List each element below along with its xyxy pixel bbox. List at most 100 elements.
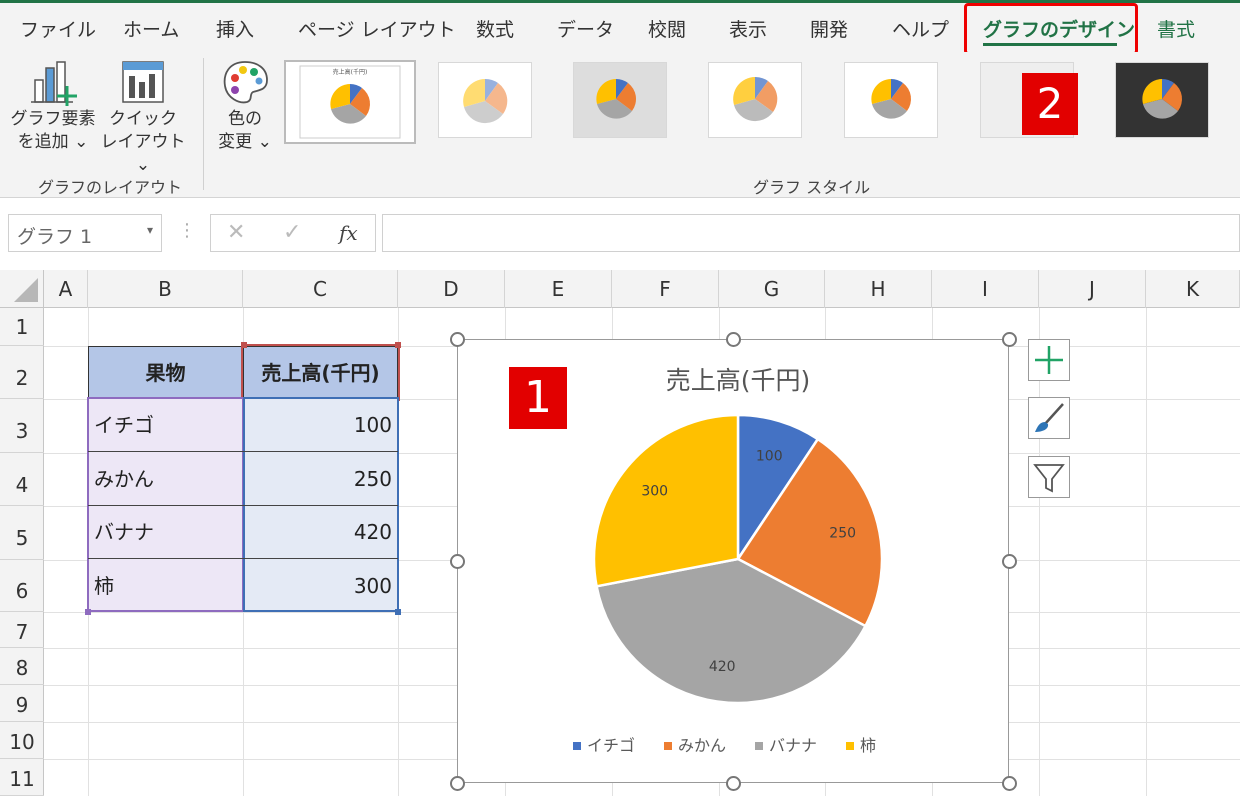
row-header-6[interactable]: 6 bbox=[0, 560, 44, 612]
tab-format[interactable]: 書式 bbox=[1157, 15, 1195, 42]
range-handle[interactable] bbox=[395, 609, 401, 615]
row-header-8[interactable]: 8 bbox=[0, 648, 44, 685]
pie-slice-4[interactable] bbox=[592, 413, 740, 588]
cell-sales-4[interactable]: 300 bbox=[243, 560, 398, 612]
header-cell-fruit[interactable]: 果物 bbox=[88, 346, 243, 399]
cell-fruit-3[interactable]: バナナ bbox=[88, 506, 243, 559]
tab-review[interactable]: 校閲 bbox=[648, 15, 686, 42]
chart-style-3[interactable] bbox=[573, 62, 667, 138]
tab-formulas[interactable]: 数式 bbox=[476, 15, 514, 42]
data-label-3[interactable]: 420 bbox=[709, 659, 736, 675]
chart-title[interactable]: 売上高(千円) bbox=[666, 366, 811, 395]
row-header-4[interactable]: 4 bbox=[0, 453, 44, 506]
chart-style-1[interactable]: 売上高(千円) bbox=[284, 60, 416, 144]
select-all-corner[interactable] bbox=[0, 270, 44, 308]
add-chart-element-label-1: グラフ要素 bbox=[10, 109, 96, 129]
legend-entry-1[interactable]: イチゴ bbox=[587, 736, 635, 755]
chart-elements-button[interactable] bbox=[1028, 339, 1070, 381]
col-header-a[interactable]: A bbox=[44, 270, 88, 308]
cancel-icon[interactable]: ✕ bbox=[227, 220, 245, 245]
row-header-11[interactable]: 11 bbox=[0, 759, 44, 796]
tab-file[interactable]: ファイル bbox=[20, 15, 96, 42]
tab-home[interactable]: ホーム bbox=[123, 15, 179, 42]
quick-layout-button[interactable]: クイック レイアウト ⌄ bbox=[96, 58, 190, 177]
quick-layout-label-1: クイック bbox=[109, 109, 177, 129]
col-header-f[interactable]: F bbox=[612, 270, 719, 308]
row-header-7[interactable]: 7 bbox=[0, 612, 44, 648]
row-header-1[interactable]: 1 bbox=[0, 308, 44, 346]
chart-style-3-preview bbox=[596, 79, 636, 119]
chart-style-2[interactable] bbox=[438, 62, 532, 138]
row-header-3[interactable]: 3 bbox=[0, 399, 44, 453]
chart-style-7[interactable] bbox=[1115, 62, 1209, 138]
name-box[interactable]: グラフ 1 ▾ bbox=[8, 214, 162, 252]
column-headers: A B C D E F G H I J K bbox=[0, 270, 1240, 308]
col-header-g[interactable]: G bbox=[719, 270, 825, 308]
col-header-c[interactable]: C bbox=[243, 270, 398, 308]
legend-entry-4[interactable]: 柿 bbox=[860, 736, 876, 755]
function-icon[interactable]: fx bbox=[339, 221, 358, 245]
cell-fruit-2[interactable]: みかん bbox=[88, 453, 243, 506]
resize-handle-top-right[interactable] bbox=[1002, 332, 1017, 347]
name-box-dropdown-icon[interactable]: ▾ bbox=[147, 223, 153, 237]
col-header-d[interactable]: D bbox=[398, 270, 505, 308]
thumb-title: 売上高(千円) bbox=[333, 68, 368, 76]
cell-sales-1[interactable]: 100 bbox=[243, 399, 398, 452]
range-handle[interactable] bbox=[85, 609, 91, 615]
quick-layout-label-2: レイアウト ⌄ bbox=[100, 132, 186, 175]
chart-styles-button[interactable] bbox=[1028, 397, 1070, 439]
formula-input[interactable] bbox=[382, 214, 1240, 252]
chart-style-4-preview bbox=[733, 76, 778, 122]
tab-developer[interactable]: 開発 bbox=[810, 15, 848, 42]
chart-filters-button[interactable] bbox=[1028, 456, 1070, 498]
resize-handle-bottom-left[interactable] bbox=[450, 776, 465, 791]
legend-marker-2 bbox=[664, 742, 672, 750]
data-label-2[interactable]: 250 bbox=[829, 525, 856, 541]
header-cell-sales[interactable]: 売上高(千円) bbox=[241, 344, 400, 401]
row-header-10[interactable]: 10 bbox=[0, 722, 44, 759]
enter-icon[interactable]: ✓ bbox=[283, 220, 301, 245]
resize-handle-right[interactable] bbox=[1002, 554, 1017, 569]
row-header-2[interactable]: 2 bbox=[0, 346, 44, 399]
data-label-1[interactable]: 100 bbox=[756, 449, 783, 465]
legend-marker-3 bbox=[755, 742, 763, 750]
col-header-h[interactable]: H bbox=[825, 270, 932, 308]
chart-style-5[interactable] bbox=[844, 62, 938, 138]
col-header-k[interactable]: K bbox=[1146, 270, 1240, 308]
cell-fruit-1[interactable]: イチゴ bbox=[88, 399, 243, 452]
resize-handle-top[interactable] bbox=[726, 332, 741, 347]
row-header-9[interactable]: 9 bbox=[0, 685, 44, 722]
legend-entry-2[interactable]: みかん bbox=[678, 736, 726, 755]
name-box-value: グラフ 1 bbox=[17, 226, 93, 248]
row-headers: 1 2 3 4 5 6 7 8 9 10 11 bbox=[0, 308, 44, 796]
add-chart-element-button[interactable]: グラフ要素 を追加 ⌄ bbox=[10, 58, 96, 154]
col-header-i[interactable]: I bbox=[932, 270, 1039, 308]
col-header-j[interactable]: J bbox=[1039, 270, 1146, 308]
chart-legend[interactable]: イチゴ みかん バナナ 柿 bbox=[573, 736, 876, 755]
col-header-b[interactable]: B bbox=[88, 270, 243, 308]
resize-handle-bottom-right[interactable] bbox=[1002, 776, 1017, 791]
resize-handle-left[interactable] bbox=[450, 554, 465, 569]
cell-sales-2[interactable]: 250 bbox=[243, 453, 398, 506]
range-handle[interactable] bbox=[395, 342, 401, 348]
range-handle[interactable] bbox=[241, 342, 247, 348]
tab-insert[interactable]: 挿入 bbox=[216, 15, 254, 42]
tab-page-layout[interactable]: ページ レイアウト bbox=[298, 15, 456, 42]
resize-handle-bottom[interactable] bbox=[726, 776, 741, 791]
legend-entry-3[interactable]: バナナ bbox=[769, 736, 817, 755]
cell-fruit-4[interactable]: 柿 bbox=[88, 560, 243, 612]
data-label-4[interactable]: 300 bbox=[641, 483, 668, 499]
tab-view[interactable]: 表示 bbox=[729, 15, 767, 42]
tab-data[interactable]: データ bbox=[557, 15, 614, 42]
formula-bar: グラフ 1 ▾ ⋮ ✕ ✓ fx bbox=[0, 198, 1240, 266]
col-header-e[interactable]: E bbox=[505, 270, 612, 308]
add-chart-element-icon bbox=[31, 61, 77, 106]
tab-help[interactable]: ヘルプ bbox=[892, 15, 949, 42]
filter-icon bbox=[1033, 464, 1065, 493]
group-label-chart-layouts: グラフのレイアウト bbox=[38, 178, 183, 197]
cell-sales-3[interactable]: 420 bbox=[243, 506, 398, 559]
row-header-5[interactable]: 5 bbox=[0, 506, 44, 560]
chart-style-4[interactable] bbox=[708, 62, 802, 138]
change-colors-button[interactable]: 色の 変更 ⌄ bbox=[212, 58, 278, 154]
resize-handle-top-left[interactable] bbox=[450, 332, 465, 347]
